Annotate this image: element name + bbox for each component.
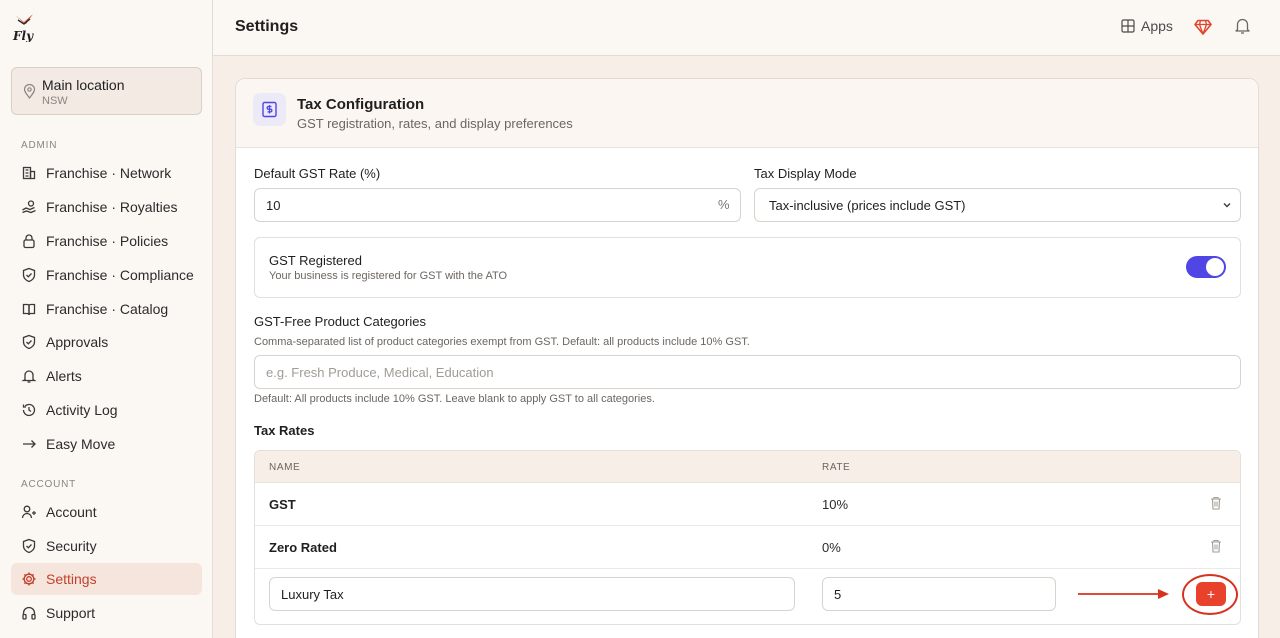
sidebar-item-label: Franchise · Royalties [46, 199, 178, 215]
notifications-bell-icon[interactable] [1234, 17, 1251, 35]
tax-rate-name: Zero Rated [269, 540, 337, 555]
sidebar-item-easy-move[interactable]: Easy Move [11, 428, 202, 460]
sidebar-item-label: Franchise · Catalog [46, 301, 169, 317]
sidebar-item-activity-log[interactable]: Activity Log [11, 394, 202, 426]
default-gst-rate-label: Default GST Rate (%) [254, 166, 381, 181]
gst-registered-title: GST Registered [269, 253, 362, 268]
gst-registered-panel: GST Registered Your business is register… [254, 237, 1241, 298]
card-header: Tax Configuration GST registration, rate… [236, 79, 1258, 148]
user-icon [21, 505, 36, 519]
bell-icon [21, 370, 37, 383]
location-region: NSW [42, 95, 68, 107]
headphones-icon [22, 606, 36, 620]
new-tax-rate-input[interactable] [822, 577, 1056, 611]
sidebar-item-label: Settings [46, 571, 97, 587]
page-title: Settings [235, 18, 299, 35]
sidebar-item-account[interactable]: Account [11, 496, 202, 528]
apps-button[interactable]: Apps [1121, 18, 1173, 34]
sidebar-item-label: Easy Move [46, 436, 116, 452]
apps-label: Apps [1141, 18, 1173, 34]
sidebar-item-label: Support [46, 605, 96, 621]
annotation-circle [1182, 574, 1238, 615]
hand-coins-icon [22, 200, 36, 214]
sidebar-item-label: Alerts [46, 368, 82, 384]
gst-registered-description: Your business is registered for GST with… [269, 270, 508, 282]
gst-registered-toggle[interactable] [1186, 256, 1226, 278]
tax-rate-name: GST [269, 497, 296, 512]
admin-section-label: ADMIN [21, 140, 58, 151]
table-row: GST 10% [255, 483, 1240, 526]
shield-check-icon [22, 334, 36, 350]
sidebar-item-label: Franchise · Network [46, 165, 172, 181]
gst-free-categories-help: Comma-separated list of product categori… [254, 336, 750, 348]
sidebar-item-alerts[interactable]: Alerts [11, 360, 202, 392]
tax-configuration-card: Tax Configuration GST registration, rate… [235, 78, 1259, 638]
map-pin-icon [23, 84, 36, 99]
tax-display-mode-value: Tax-inclusive (prices include GST) [769, 197, 966, 213]
lock-icon [23, 234, 35, 249]
tax-rate-value: 0% [822, 540, 841, 555]
gst-free-categories-note: Default: All products include 10% GST. L… [254, 393, 655, 405]
default-gst-rate-input[interactable] [254, 188, 741, 222]
column-header-rate: RATE [822, 462, 851, 473]
chevron-down-icon [1223, 203, 1231, 208]
sidebar: Fly Main location NSW ADMIN Franchise · … [0, 0, 213, 638]
tax-rate-value: 10% [822, 497, 849, 512]
gst-free-categories-label: GST-Free Product Categories [254, 314, 426, 329]
book-icon [22, 303, 36, 316]
shield-icon [22, 538, 36, 554]
card-title: Tax Configuration [297, 96, 425, 113]
gst-free-categories-input[interactable] [254, 355, 1241, 389]
sidebar-item-label: Franchise · Policies [46, 233, 169, 249]
trash-icon[interactable] [1210, 539, 1222, 553]
location-selector[interactable]: Main location NSW [11, 67, 202, 115]
percent-suffix: % [718, 197, 730, 212]
toggle-knob [1206, 258, 1224, 276]
grid-icon [1121, 19, 1135, 33]
gear-icon [22, 572, 36, 586]
new-tax-name-input[interactable] [269, 577, 795, 611]
sidebar-item-label: Franchise · Compliance [46, 267, 194, 283]
card-subtitle: GST registration, rates, and display pre… [297, 116, 573, 131]
sidebar-item-franchise-network[interactable]: Franchise · Network [11, 157, 202, 189]
table-header: NAME RATE [255, 451, 1240, 483]
sidebar-item-franchise-royalties[interactable]: Franchise · Royalties [11, 191, 202, 223]
sidebar-item-security[interactable]: Security [11, 530, 202, 562]
arrow-right-icon [23, 440, 36, 448]
building-icon [22, 166, 36, 180]
annotation-arrow [1078, 589, 1169, 599]
shield-check-icon [22, 267, 36, 283]
trash-icon[interactable] [1210, 496, 1222, 510]
sidebar-item-label: Security [46, 538, 97, 554]
history-icon [22, 403, 36, 417]
sidebar-item-label: Approvals [46, 334, 109, 350]
account-section-label: ACCOUNT [21, 479, 77, 490]
sidebar-item-franchise-compliance[interactable]: Franchise · Compliance [11, 259, 202, 291]
table-row: Zero Rated 0% [255, 526, 1240, 569]
top-header: Settings Apps [213, 0, 1280, 56]
sidebar-item-label: Activity Log [46, 402, 118, 418]
location-name: Main location [42, 77, 125, 93]
tax-display-mode-label: Tax Display Mode [754, 166, 857, 181]
receipt-dollar-icon [253, 93, 286, 126]
column-header-name: NAME [269, 462, 301, 473]
sidebar-item-franchise-catalog[interactable]: Franchise · Catalog [11, 293, 202, 325]
svg-text:Fly: Fly [12, 29, 34, 42]
tax-display-mode-select[interactable]: Tax-inclusive (prices include GST) [754, 188, 1241, 222]
sidebar-item-label: Account [46, 504, 97, 520]
sidebar-item-franchise-policies[interactable]: Franchise · Policies [11, 225, 202, 257]
sidebar-item-approvals[interactable]: Approvals [11, 326, 202, 358]
fly-logo[interactable]: Fly [12, 12, 36, 42]
sidebar-item-settings[interactable]: Settings [11, 563, 202, 595]
tax-rates-title: Tax Rates [254, 423, 315, 438]
sidebar-item-support[interactable]: Support [11, 597, 202, 629]
gem-icon[interactable] [1194, 18, 1212, 36]
